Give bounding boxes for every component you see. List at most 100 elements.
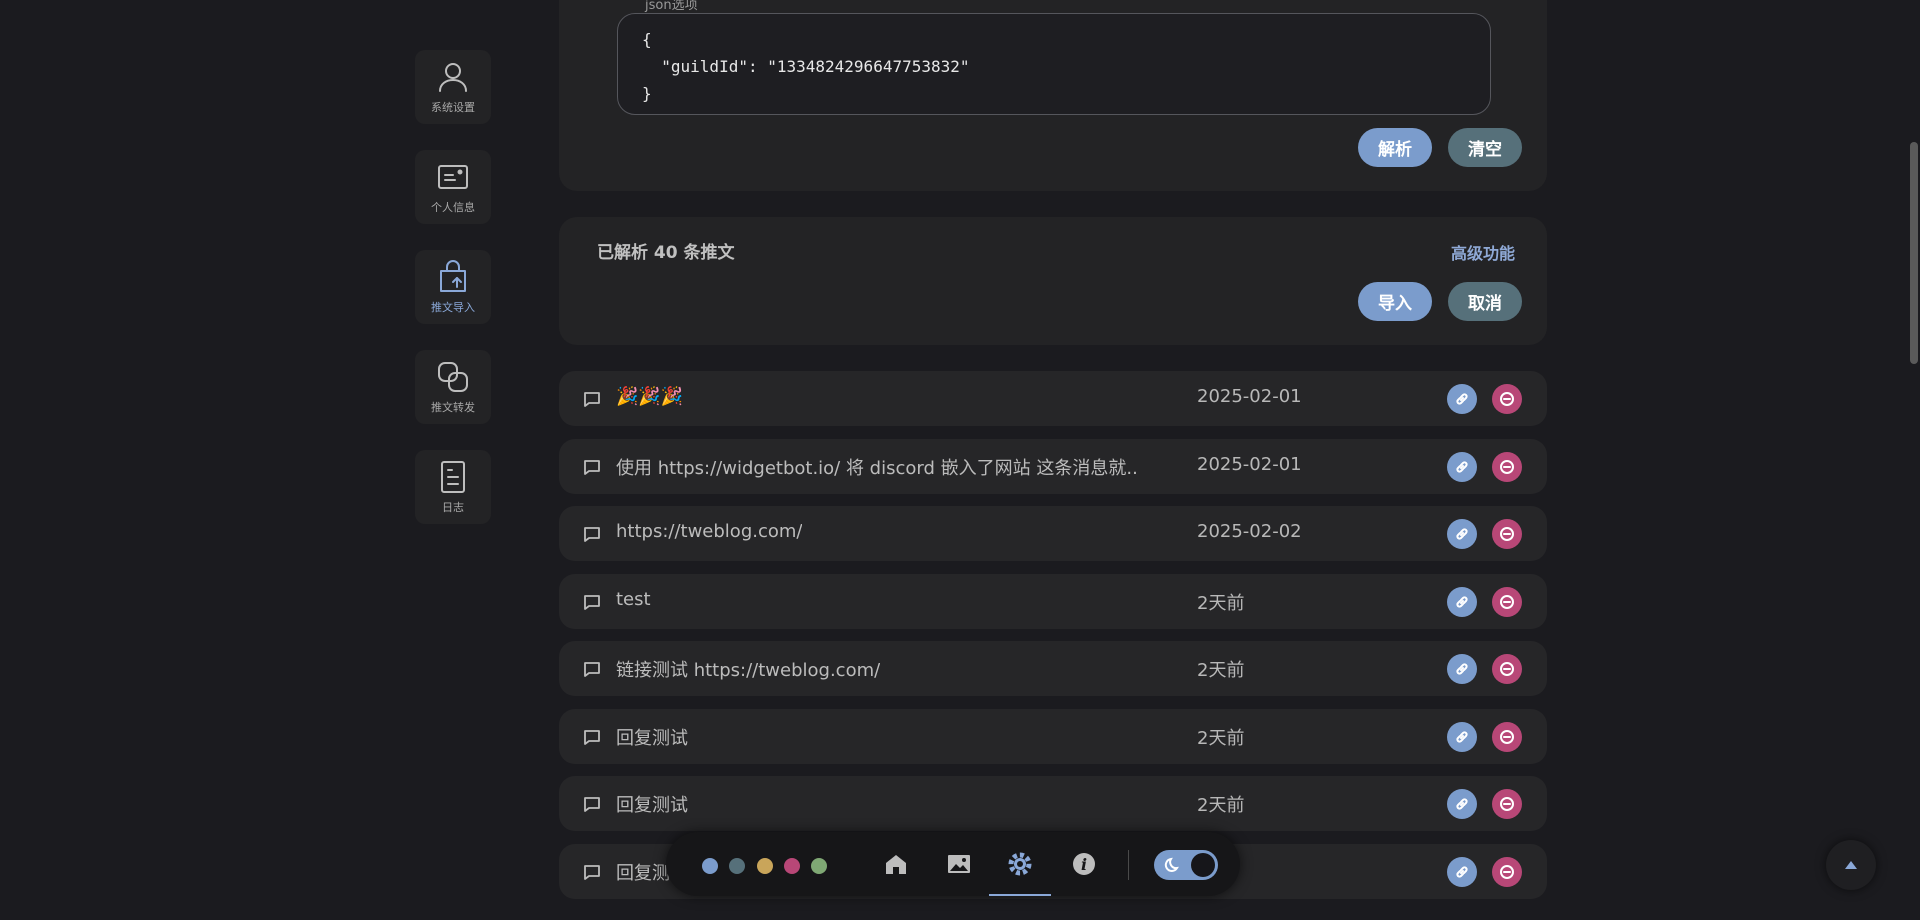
sidebar-item-label: 个人信息	[431, 201, 475, 214]
moon-icon	[1164, 857, 1179, 872]
link-chain-icon	[438, 362, 468, 392]
link-icon	[1456, 528, 1468, 540]
sidebar-item-label: 系统设置	[431, 101, 475, 114]
toolbar-divider	[1128, 850, 1129, 880]
info-icon[interactable]: i	[1070, 850, 1098, 878]
open-link-button[interactable]	[1447, 586, 1477, 617]
back-to-top-button[interactable]	[1826, 840, 1876, 890]
floating-toolbar: i	[666, 832, 1240, 896]
open-link-button[interactable]	[1447, 654, 1477, 684]
scrollbar-thumb[interactable]	[1910, 142, 1918, 364]
sidebar-item-label: 推文转发	[431, 401, 475, 414]
parsed-count-text: 已解析 40 条推文	[597, 243, 735, 263]
theme-color-slate[interactable]	[729, 858, 745, 874]
svg-text:i: i	[1081, 855, 1087, 874]
tweet-date: 2天前	[1197, 795, 1245, 816]
link-icon	[1456, 730, 1468, 743]
link-icon	[1456, 393, 1468, 405]
theme-color-rose[interactable]	[784, 858, 800, 874]
tweet-row: 链接测试 https://tweblog.com/2天前	[559, 641, 1547, 696]
link-icon	[1456, 663, 1468, 675]
link-icon	[1456, 798, 1468, 810]
comment-icon	[583, 795, 601, 813]
comment-icon	[583, 525, 601, 543]
tweet-text: 回复测试	[616, 727, 688, 749]
cancel-button[interactable]: 取消	[1448, 282, 1522, 321]
comment-icon	[583, 458, 601, 476]
tweet-text: 🎉🎉🎉	[616, 386, 684, 407]
tweet-date: 2025-02-02	[1197, 521, 1302, 542]
json-options-legend: json选项	[645, 0, 698, 13]
comment-icon	[583, 390, 601, 408]
tweet-date: 2天前	[1197, 727, 1245, 749]
remove-button[interactable]	[1492, 721, 1522, 752]
id-card-icon	[438, 165, 468, 189]
sidebar-item-label: 日志	[442, 501, 464, 514]
tweet-row: 使用 https://widgetbot.io/ 将 discord 嵌入了网站…	[559, 438, 1547, 494]
sidebar-item-logs[interactable]: 日志	[415, 450, 491, 524]
remove-button[interactable]	[1492, 789, 1522, 819]
settings-icon[interactable]	[1006, 850, 1034, 878]
active-tab-indicator	[989, 894, 1051, 896]
remove-button[interactable]	[1492, 654, 1522, 684]
comment-icon	[583, 660, 601, 678]
link-icon	[1456, 460, 1468, 473]
open-link-button[interactable]	[1447, 856, 1477, 887]
toggle-knob	[1191, 853, 1215, 877]
minus-circle-icon	[1500, 392, 1514, 406]
remove-button[interactable]	[1492, 856, 1522, 887]
open-link-button[interactable]	[1447, 384, 1477, 414]
open-link-button[interactable]	[1447, 519, 1477, 549]
tweet-row: https://tweblog.com/2025-02-02	[559, 506, 1547, 561]
minus-circle-icon	[1500, 527, 1514, 541]
tweet-row: 回复测试 2天前	[559, 708, 1547, 764]
tweet-date: 2天前	[1197, 592, 1245, 614]
comment-icon	[583, 728, 601, 746]
theme-color-green[interactable]	[811, 858, 827, 874]
sidebar-item-tweet-forward[interactable]: 推文转发	[415, 350, 491, 424]
sidebar-item-tweet-import[interactable]: 推文导入	[415, 250, 491, 324]
tweet-text: https://tweblog.com/	[616, 521, 803, 542]
link-icon	[1456, 865, 1468, 878]
home-icon[interactable]	[882, 850, 910, 878]
tweet-text: 链接测试 https://tweblog.com/	[616, 660, 881, 681]
tweet-date: 2天前	[1197, 660, 1245, 681]
tweet-row: 🎉🎉🎉 2025-02-01	[559, 371, 1547, 426]
sidebar-item-label: 推文导入	[431, 301, 475, 314]
dark-mode-toggle[interactable]	[1154, 850, 1218, 880]
image-icon[interactable]	[945, 850, 973, 878]
user-icon	[439, 63, 467, 92]
tweet-text: 回复测试	[616, 795, 688, 816]
open-link-button[interactable]	[1447, 789, 1477, 819]
tweet-text: 使用 https://widgetbot.io/ 将 discord 嵌入了网站…	[616, 457, 1136, 479]
remove-button[interactable]	[1492, 384, 1522, 414]
sidebar-item-system-settings[interactable]: 系统设置	[415, 50, 491, 124]
theme-color-blue[interactable]	[702, 858, 718, 874]
remove-button[interactable]	[1492, 451, 1522, 482]
theme-color-gold[interactable]	[757, 858, 773, 874]
comment-icon	[583, 593, 601, 611]
json-options-textarea[interactable]: { "guildId": "1334824296647753832" }	[617, 13, 1491, 115]
parse-button[interactable]: 解析	[1358, 128, 1432, 167]
open-link-button[interactable]	[1447, 451, 1477, 482]
open-link-button[interactable]	[1447, 721, 1477, 752]
tweet-date: 2025-02-01	[1197, 386, 1302, 407]
document-icon	[441, 461, 465, 493]
clear-button[interactable]: 清空	[1448, 128, 1522, 167]
minus-circle-icon	[1500, 594, 1514, 609]
remove-button[interactable]	[1492, 519, 1522, 549]
tweet-date: 2025-02-01	[1197, 453, 1302, 475]
link-icon	[1456, 595, 1468, 608]
shopping-bag-upload-icon	[440, 260, 466, 292]
import-button[interactable]: 导入	[1358, 282, 1432, 321]
tweet-row: test 2天前	[559, 573, 1547, 629]
tweet-text: 回复测	[616, 862, 670, 884]
minus-circle-icon	[1500, 662, 1514, 676]
advanced-features-link[interactable]: 高级功能	[1451, 240, 1515, 264]
remove-button[interactable]	[1492, 586, 1522, 617]
parse-status-card	[559, 217, 1547, 345]
comment-icon	[583, 863, 601, 881]
tweet-text: test	[616, 588, 651, 610]
sidebar-item-profile[interactable]: 个人信息	[415, 150, 491, 224]
minus-circle-icon	[1500, 729, 1514, 744]
